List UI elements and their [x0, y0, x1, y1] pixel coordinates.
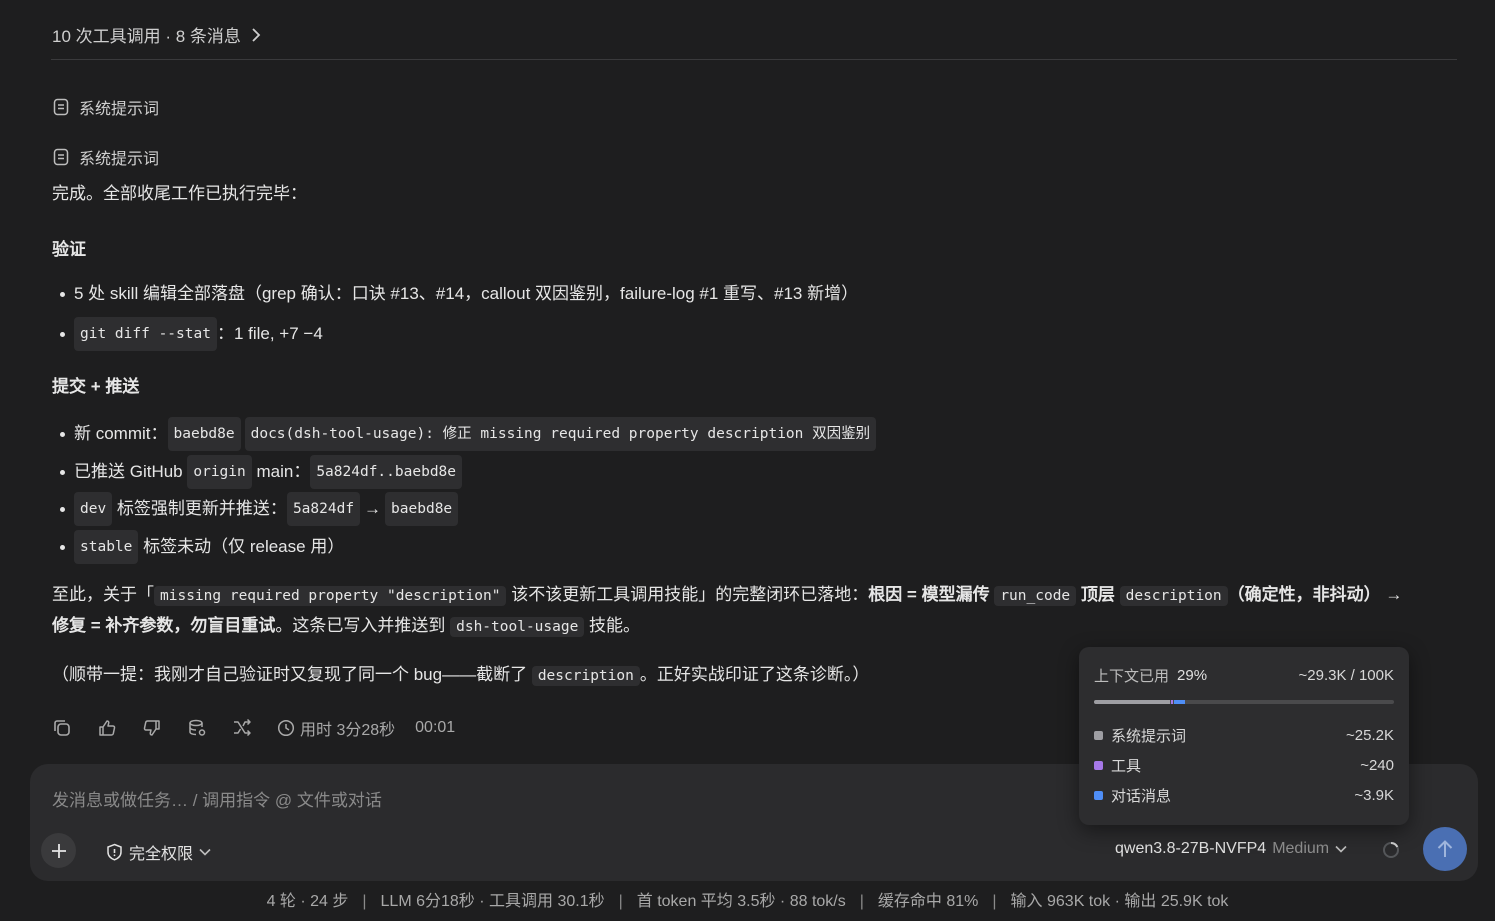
- inline-code: description: [531, 666, 640, 686]
- list-item: 5 处 skill 编辑全部落盘（grep 确认：口诀 #13、#14，call…: [60, 279, 858, 309]
- commit-to: baebd8e: [385, 492, 459, 526]
- aside-paragraph: （顺带一提：我刚才自己验证时又复现了同一个 bug——截断了 descripti…: [52, 665, 870, 686]
- effort-level: Medium: [1272, 840, 1330, 857]
- bullet: [60, 544, 65, 550]
- chevron-down-icon: [199, 848, 211, 856]
- chevron-down-icon: [1335, 845, 1347, 853]
- context-row-conversation: 对话消息 ~3.9K: [1094, 785, 1394, 806]
- stat-token-speed: 首 token 平均 3.5秒 · 88 tok/s: [636, 893, 846, 910]
- send-button[interactable]: [1423, 827, 1467, 871]
- bar-segment-conversation: [1173, 700, 1186, 704]
- inline-code: dsh-tool-usage: [450, 617, 585, 637]
- thumbs-down-icon[interactable]: [142, 718, 162, 738]
- document-icon: [53, 98, 69, 116]
- stats-bar: 4 轮 · 24 步 | LLM 6分18秒 · 工具调用 30.1秒 | 首 toke…: [266, 893, 1229, 910]
- message-input[interactable]: 发消息或做任务… / 调用指令 @ 文件或对话: [52, 786, 382, 811]
- bullet: [60, 506, 65, 512]
- list-item: 已推送 GitHub origin main： 5a824df..baebd8e: [60, 455, 463, 489]
- context-title: 上下文已用: [1094, 668, 1170, 685]
- commit-from: 5a824df: [286, 492, 361, 526]
- system-prompt-label: 系统提示词: [79, 101, 160, 118]
- stat-cache-hit: 缓存命中 81%: [877, 893, 979, 910]
- message-intro: 完成。全部收尾工作已执行完毕：: [52, 184, 307, 203]
- legend-swatch: [1094, 791, 1103, 800]
- inline-code: run_code: [994, 586, 1077, 606]
- bullet: [60, 331, 65, 337]
- bullet: [60, 291, 65, 297]
- tag-name: stable: [74, 530, 139, 564]
- commit-hash: baebd8e: [167, 417, 241, 451]
- summary-text: 10 次工具调用 · 8 条消息: [52, 27, 241, 46]
- list-item: stable 标签未动（仅 release 用）: [60, 530, 344, 564]
- section-heading-commit: 提交 + 推送: [52, 377, 140, 396]
- clock-icon: [277, 719, 295, 737]
- branch-icon[interactable]: [232, 718, 252, 738]
- copy-icon[interactable]: [52, 718, 72, 738]
- system-prompt-label: 系统提示词: [79, 151, 160, 168]
- inline-code: description: [1119, 586, 1228, 606]
- section-heading-verify: 验证: [52, 240, 86, 259]
- context-row-system: 系统提示词 ~25.2K: [1094, 725, 1394, 746]
- list-item: 新 commit： baebd8e docs(dsh-tool-usage): …: [60, 417, 880, 451]
- bar-segment-tools: [1170, 700, 1173, 704]
- add-button[interactable]: [41, 833, 76, 868]
- context-usage-total: ~29.3K / 100K: [1298, 667, 1395, 684]
- thumbs-up-icon[interactable]: [97, 718, 117, 738]
- chevron-right-icon: [252, 27, 261, 42]
- stat-io-tokens: 输入 963K tok · 输出 25.9K tok: [1010, 893, 1229, 910]
- list-item: git diff --stat ：1 file, +7 −4: [60, 317, 323, 351]
- remote-name: origin: [187, 455, 252, 489]
- duration: 用时 3分28秒: [277, 716, 395, 740]
- tool-call-summary[interactable]: 10 次工具调用 · 8 条消息: [52, 22, 261, 47]
- bullet: [60, 431, 65, 437]
- context-usage-popover: 上下文已用 29% ~29.3K / 100K 系统提示词 ~25.2K 工具 ~…: [1079, 647, 1409, 825]
- shield-icon: [107, 843, 122, 861]
- inline-code: git diff --stat: [74, 317, 217, 351]
- plus-icon: [51, 843, 66, 858]
- system-prompt-toggle-2[interactable]: 系统提示词: [52, 145, 159, 169]
- model-name: qwen3.8-27B-NVFP4: [1115, 840, 1267, 857]
- context-usage-header: 上下文已用 29% ~29.3K / 100K: [1094, 665, 1394, 686]
- arrow: →: [364, 499, 382, 518]
- legend-swatch: [1094, 761, 1103, 770]
- message-actions: 用时 3分28秒 00:01: [52, 716, 455, 740]
- stat-rounds: 4 轮 · 24 步: [266, 893, 349, 910]
- context-usage-bar: [1094, 700, 1394, 704]
- bar-segment-system: [1094, 700, 1170, 704]
- arrow-up-icon: [1437, 840, 1453, 857]
- bullet: [60, 469, 65, 475]
- system-prompt-toggle-1[interactable]: 系统提示词: [52, 95, 159, 119]
- context-percent: 29%: [1177, 667, 1208, 684]
- list-item: dev 标签强制更新并推送： 5a824df → baebd8e: [60, 492, 459, 526]
- conclusion-paragraph: 至此，关于「 missing required property "descrip…: [52, 585, 1403, 637]
- permission-dropdown[interactable]: 完全权限: [106, 840, 211, 864]
- database-settings-icon[interactable]: [187, 718, 207, 738]
- divider: [51, 59, 1457, 60]
- commit-range: 5a824df..baebd8e: [310, 455, 463, 489]
- timer: 00:01: [415, 719, 456, 736]
- permission-label: 完全权限: [129, 846, 194, 863]
- context-usage-ring-icon[interactable]: [1382, 841, 1400, 859]
- document-icon: [53, 148, 69, 166]
- legend-swatch: [1094, 731, 1103, 740]
- model-selector[interactable]: qwen3.8-27B-NVFP4 Medium: [1115, 840, 1347, 858]
- inline-code: missing required property "description": [154, 586, 507, 606]
- commit-message: docs(dsh-tool-usage): 修正 missing require…: [244, 417, 877, 451]
- stat-llm-time: LLM 6分18秒 · 工具调用 30.1秒: [380, 893, 605, 910]
- context-row-tools: 工具 ~240: [1094, 755, 1394, 776]
- tag-name: dev: [74, 492, 113, 526]
